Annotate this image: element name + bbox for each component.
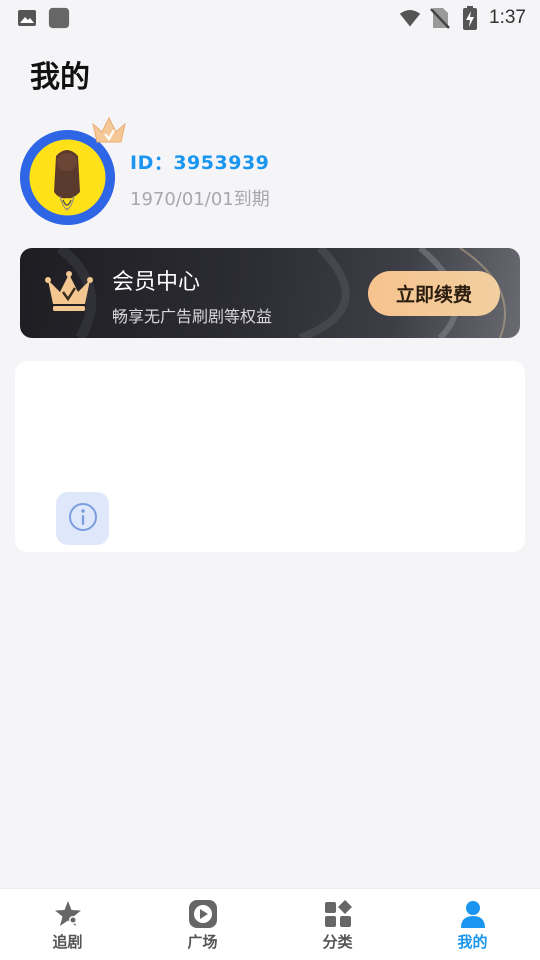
vip-center-card[interactable]: 会员中心 畅享无广告刷剧等权益 立即续费	[20, 248, 520, 338]
info-icon	[68, 502, 98, 536]
battery-charging-icon	[459, 6, 481, 30]
category-icon	[323, 899, 353, 929]
nav-label-square: 广场	[187, 933, 218, 951]
status-right: 1:37	[399, 6, 526, 30]
nav-item-mine[interactable]: 我的	[405, 889, 540, 960]
nav-label-follow: 追剧	[52, 933, 83, 951]
app-icon	[48, 7, 70, 29]
status-bar: 1:37	[0, 0, 540, 36]
nav-item-follow[interactable]: 追剧	[0, 889, 135, 960]
image-icon	[16, 7, 38, 29]
membership-expire-date: 1970/01/01到期	[130, 189, 270, 210]
user-id: ID：3953939	[130, 152, 270, 174]
wifi-icon	[399, 7, 421, 29]
vip-crown-icon	[45, 270, 93, 314]
bottom-nav: 追剧 广场 分类 我的	[0, 888, 540, 960]
nav-label-mine: 我的	[457, 933, 488, 951]
content-card	[15, 361, 525, 552]
vip-subtitle: 畅享无广告刷剧等权益	[112, 307, 273, 326]
crown-badge-icon	[90, 114, 128, 148]
renew-button[interactable]: 立即续费	[368, 271, 500, 316]
play-icon	[188, 899, 218, 929]
no-sim-icon	[429, 7, 451, 29]
user-icon	[458, 899, 488, 929]
nav-item-square[interactable]: 广场	[135, 889, 270, 960]
nav-label-category: 分类	[322, 933, 353, 951]
avatar-wrap[interactable]	[20, 114, 130, 226]
nav-item-category[interactable]: 分类	[270, 889, 405, 960]
status-left	[16, 7, 70, 29]
vip-title: 会员中心	[112, 270, 201, 295]
star-icon	[53, 899, 83, 929]
page-title: 我的	[30, 60, 90, 95]
status-time: 1:37	[489, 7, 526, 28]
info-button[interactable]	[56, 492, 109, 545]
